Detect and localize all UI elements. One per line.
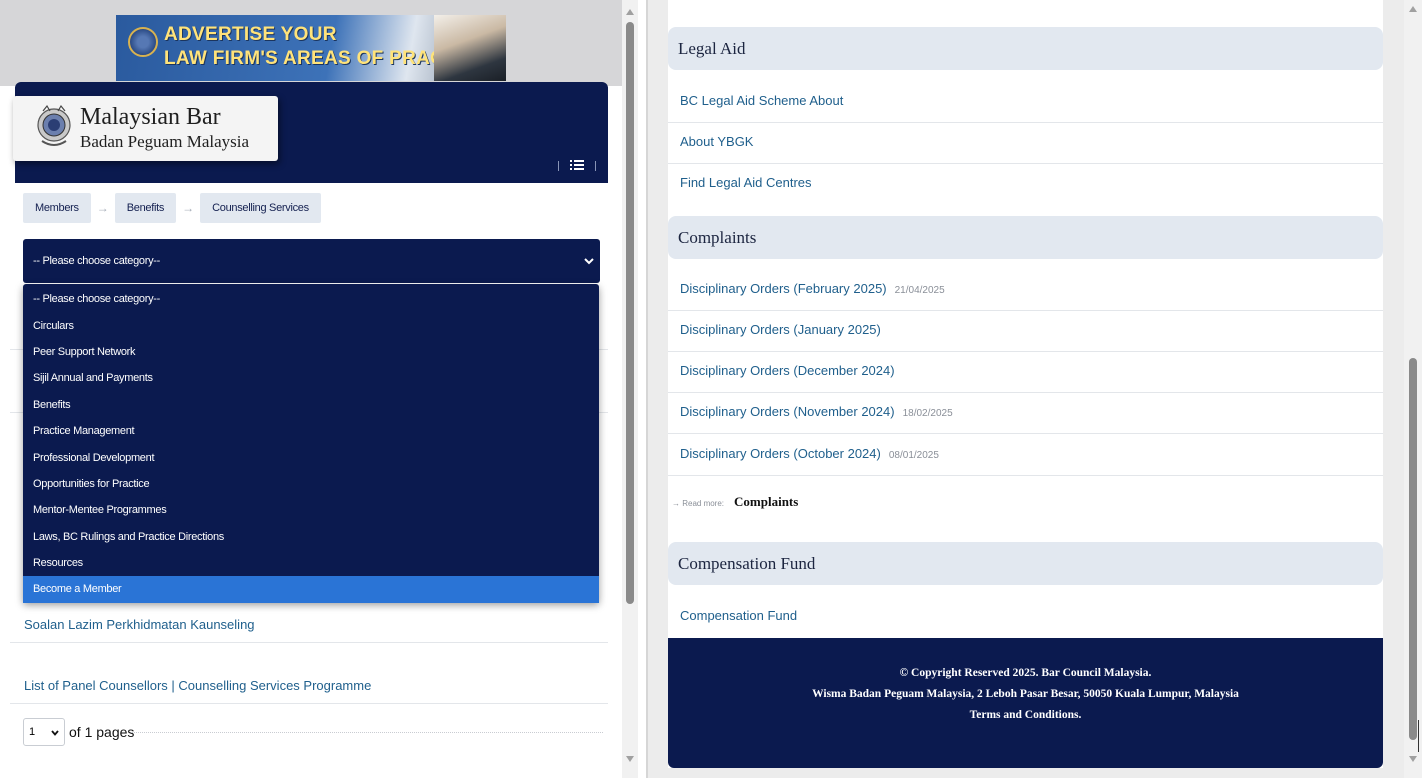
footer-copyright: © Copyright Reserved 2025. Bar Council M… (899, 667, 1152, 679)
footer-terms-link[interactable]: Terms and Conditions. (668, 705, 1383, 726)
complaints-heading: Complaints (668, 216, 1383, 259)
ad-line-1: ADVERTISE YOUR (164, 24, 337, 45)
dropdown-option[interactable]: Resources (23, 550, 599, 576)
complaint-item[interactable]: Disciplinary Orders (October 2024) 08/01… (680, 446, 939, 461)
legal-aid-heading: Legal Aid (668, 27, 1383, 70)
complaint-item-label[interactable]: Disciplinary Orders (February 2025) (680, 281, 887, 296)
legal-aid-link[interactable]: BC Legal Aid Scheme About (680, 93, 843, 108)
scrollbar-thumb[interactable] (626, 22, 634, 604)
legal-aid-link[interactable]: About YBGK (680, 134, 753, 149)
dropdown-option[interactable]: Opportunities for Practice (23, 471, 599, 497)
complaint-item-date: 08/01/2025 (888, 450, 939, 461)
divider (668, 475, 1383, 476)
right-scrollbar[interactable] (1404, 0, 1422, 778)
complaint-item-label[interactable]: Disciplinary Orders (October 2024) (680, 446, 881, 461)
right-pane: Legal Aid BC Legal Aid Scheme About Abou… (648, 0, 1422, 778)
chevron-down-icon (584, 258, 594, 265)
dropdown-option[interactable]: Circulars (23, 312, 599, 338)
breadcrumb: Members → Benefits → Counselling Service… (23, 193, 321, 223)
breadcrumb-benefits[interactable]: Benefits (114, 193, 177, 223)
divider (668, 310, 1383, 311)
complaint-item-label[interactable]: Disciplinary Orders (November 2024) (680, 404, 895, 419)
compensation-link[interactable]: Compensation Fund (680, 608, 797, 623)
left-scrollbar[interactable] (622, 0, 638, 778)
divider (668, 392, 1383, 393)
divider (668, 163, 1383, 164)
read-more-label: → Read more: (672, 499, 725, 508)
dropdown-option[interactable]: Mentor-Mentee Programmes (23, 497, 599, 523)
breadcrumb-counselling-services[interactable]: Counselling Services (200, 193, 321, 223)
complaint-item[interactable]: Disciplinary Orders (November 2024) 18/0… (680, 404, 953, 419)
scrollbar-thumb[interactable] (1409, 358, 1417, 740)
dropdown-option[interactable]: -- Please choose category-- (23, 286, 599, 312)
site-footer: © Copyright Reserved 2025. Bar Council M… (668, 638, 1383, 768)
dropdown-option[interactable]: Benefits (23, 392, 599, 418)
advertise-banner[interactable]: ADVERTISE YOUR LAW FIRM'S AREAS OF PRACT… (116, 15, 506, 81)
logo-subtitle: Badan Peguam Malaysia (80, 132, 250, 151)
menu-list-icon (570, 160, 584, 170)
scroll-down-icon[interactable] (626, 756, 634, 762)
footer-address: Wisma Badan Peguam Malaysia, 2 Leboh Pas… (812, 688, 1239, 700)
compensation-heading: Compensation Fund (668, 542, 1383, 585)
site-logo[interactable]: Malaysian Bar Badan Peguam Malaysia (13, 96, 278, 161)
read-more-target[interactable]: Complaints (734, 494, 798, 510)
complaint-item-date: 18/02/2025 (902, 408, 953, 419)
scroll-up-icon[interactable] (626, 9, 634, 15)
divider (668, 351, 1383, 352)
pagination: 1 of 1 pages (23, 718, 134, 746)
breadcrumb-arrow-icon: → (96, 201, 109, 215)
page-select[interactable]: 1 (23, 718, 65, 746)
breadcrumb-arrow-icon: → (182, 201, 195, 215)
sidebar-content: Legal Aid BC Legal Aid Scheme About Abou… (668, 0, 1383, 768)
dropdown-option[interactable]: Professional Development (23, 444, 599, 470)
category-dropdown: -- Please choose category-- Circulars Pe… (23, 284, 599, 603)
complaint-item[interactable]: Disciplinary Orders (December 2024) (680, 363, 895, 378)
dropdown-option[interactable]: Laws, BC Rulings and Practice Directions (23, 524, 599, 550)
dropdown-option-highlighted[interactable]: Become a Member (23, 576, 599, 603)
scroll-up-icon[interactable] (1409, 6, 1417, 12)
menu-toggle-button[interactable] (554, 153, 600, 177)
faq-link[interactable]: Soalan Lazim Perkhidmatan Kaunseling (24, 617, 638, 632)
logo-name: Malaysian Bar (80, 104, 221, 130)
divider (10, 642, 608, 643)
legal-aid-link[interactable]: Find Legal Aid Centres (680, 175, 812, 190)
crest-icon (128, 27, 158, 57)
category-select-value: -- Please choose category-- (33, 255, 161, 267)
dropdown-option[interactable]: Peer Support Network (23, 339, 599, 365)
page-select-value: 1 (29, 726, 36, 738)
pager-divider (131, 732, 603, 733)
complaint-item-date: 21/04/2025 (894, 285, 945, 296)
complaint-item[interactable]: Disciplinary Orders (January 2025) (680, 322, 881, 337)
scroll-down-icon[interactable] (1409, 756, 1417, 762)
panel-counsellors-link[interactable]: List of Panel Counsellors | Counselling … (24, 678, 371, 693)
divider (668, 122, 1383, 123)
category-select[interactable]: -- Please choose category-- (23, 239, 600, 283)
breadcrumb-members[interactable]: Members (23, 193, 91, 223)
ad-photo (434, 15, 506, 81)
divider (668, 433, 1383, 434)
page-count-text: of 1 pages (69, 724, 135, 740)
divider (10, 703, 608, 704)
complaint-item-label[interactable]: Disciplinary Orders (December 2024) (680, 363, 895, 378)
complaint-item[interactable]: Disciplinary Orders (February 2025) 21/0… (680, 281, 945, 296)
left-pane: ADVERTISE YOUR LAW FIRM'S AREAS OF PRACT… (0, 0, 638, 778)
complaint-item-label[interactable]: Disciplinary Orders (January 2025) (680, 322, 881, 337)
read-more-link[interactable]: → Read more: Complaints (672, 494, 798, 510)
resize-mark (1418, 720, 1419, 752)
dropdown-option[interactable]: Practice Management (23, 418, 599, 444)
crest-icon (37, 104, 71, 146)
dropdown-option[interactable]: Sijil Annual and Payments (23, 365, 599, 391)
chevron-down-icon (51, 730, 59, 736)
